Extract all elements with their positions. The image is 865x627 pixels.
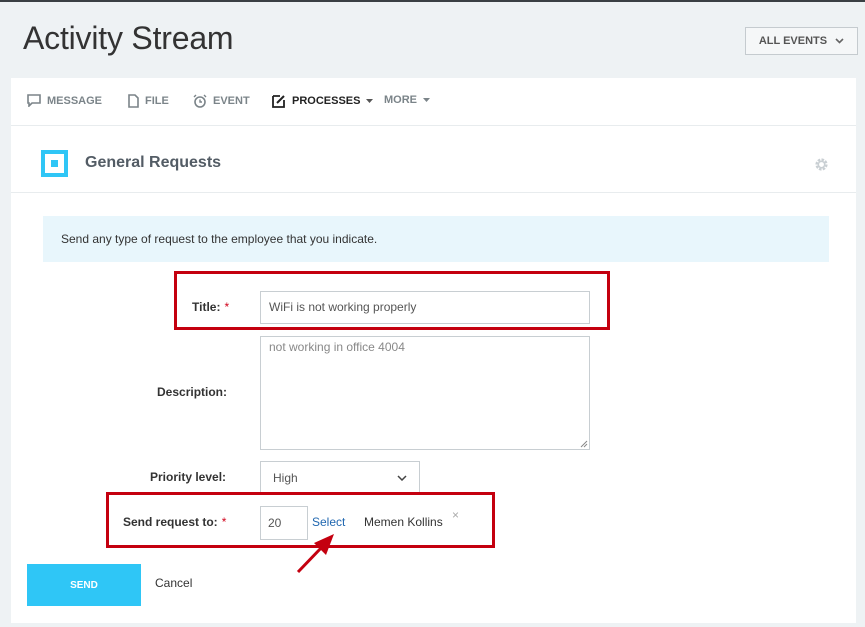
request-header: General Requests — [11, 127, 856, 193]
send-to-highlight-box — [106, 492, 495, 548]
resize-handle-icon[interactable] — [580, 440, 588, 448]
tab-processes[interactable]: PROCESSES — [272, 94, 374, 108]
page-title: Activity Stream — [23, 20, 234, 56]
title-highlight-box — [174, 271, 610, 330]
description-label: Description: — [157, 385, 228, 399]
tab-event-label: EVENT — [213, 95, 250, 107]
tab-file[interactable]: FILE — [128, 94, 169, 108]
top-bar — [0, 0, 865, 2]
process-icon — [41, 150, 68, 177]
message-icon — [27, 94, 41, 107]
tab-more[interactable]: MORE — [384, 94, 430, 106]
caret-down-icon — [423, 98, 430, 102]
edit-icon — [272, 95, 285, 108]
tab-message[interactable]: MESSAGE — [27, 94, 102, 107]
send-button[interactable]: SEND — [27, 564, 141, 606]
tab-file-label: FILE — [145, 95, 169, 107]
all-events-button[interactable]: ALL EVENTS — [745, 27, 858, 55]
info-banner: Send any type of request to the employee… — [43, 216, 829, 262]
request-title: General Requests — [85, 154, 222, 171]
cancel-button[interactable]: Cancel — [155, 576, 192, 590]
description-text: not working in office 4004 — [269, 340, 405, 354]
tab-message-label: MESSAGE — [47, 94, 103, 107]
tab-more-label: MORE — [384, 94, 417, 106]
chevron-down-icon — [835, 38, 844, 44]
gear-icon[interactable] — [814, 157, 829, 172]
tab-event[interactable]: EVENT — [193, 94, 250, 108]
chevron-down-icon — [397, 474, 407, 481]
file-icon — [128, 94, 139, 108]
description-textarea[interactable]: not working in office 4004 — [260, 336, 590, 450]
priority-select[interactable]: High — [260, 461, 420, 494]
priority-value: High — [273, 470, 298, 485]
all-events-label: ALL EVENTS — [758, 35, 828, 47]
tab-processes-label: PROCESSES — [292, 95, 361, 107]
post-tabs: MESSAGE FILE EVENT PROCESSES MORE — [11, 78, 856, 126]
alarm-icon — [193, 94, 207, 108]
caret-down-icon — [366, 99, 374, 103]
priority-label: Priority level: — [150, 470, 227, 484]
